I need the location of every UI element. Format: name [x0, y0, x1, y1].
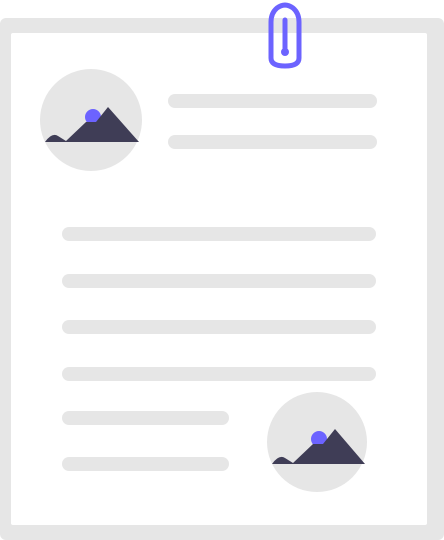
document-illustration-svg — [0, 2, 444, 540]
body-line-2 — [62, 274, 376, 288]
document-illustration — [0, 0, 444, 540]
body-line-short-1 — [62, 411, 229, 425]
image-placeholder-icon — [267, 392, 367, 492]
header-line-2 — [168, 135, 377, 149]
body-line-3 — [62, 320, 376, 334]
body-line-1 — [62, 227, 376, 241]
header-line-1 — [168, 94, 377, 108]
body-line-4 — [62, 367, 376, 381]
body-line-short-2 — [62, 457, 229, 471]
image-placeholder-icon — [40, 69, 142, 171]
